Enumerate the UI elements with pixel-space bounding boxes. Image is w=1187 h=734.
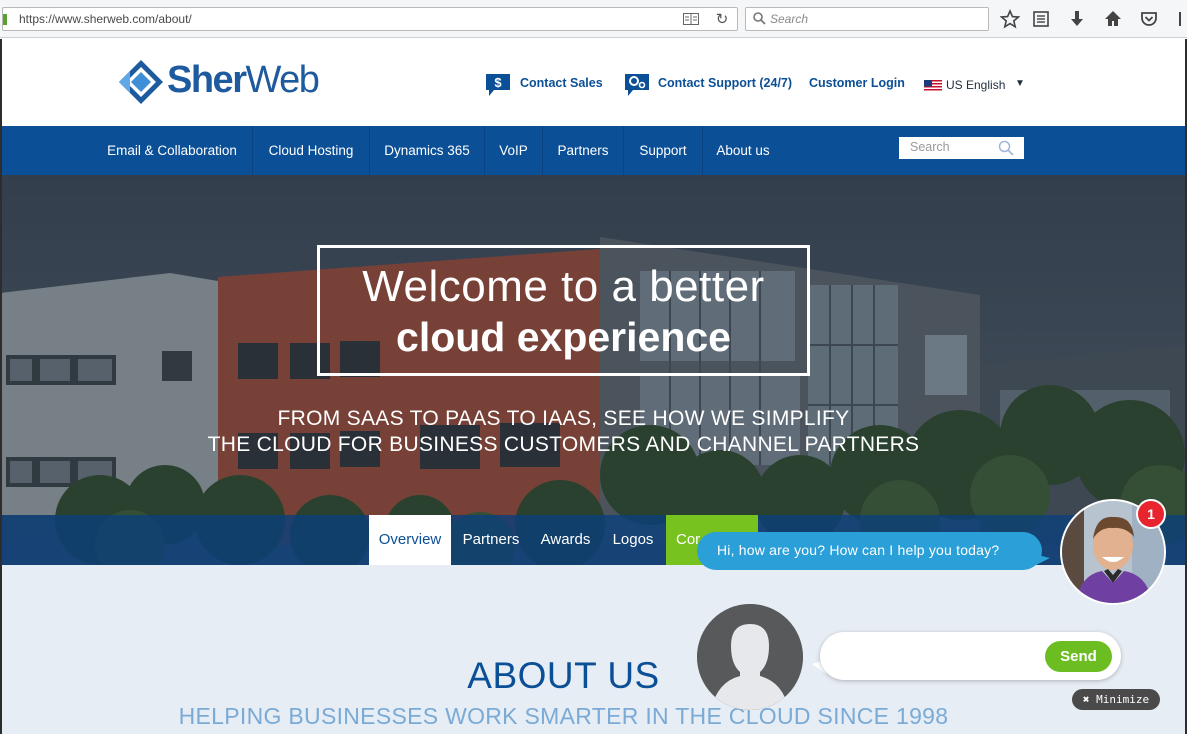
download-icon[interactable] <box>1067 9 1087 29</box>
nav-item-dynamics-365[interactable]: Dynamics 365 <box>370 126 484 175</box>
user-silhouette-icon <box>697 604 803 710</box>
language-selector-label[interactable]: US English <box>946 78 1005 92</box>
chevron-down-icon[interactable]: ▼ <box>1015 78 1025 89</box>
hero-headline-box: Welcome to a better cloud experience <box>317 245 810 376</box>
main-navigation: Email & Collaboration Cloud Hosting Dyna… <box>0 126 1187 175</box>
nav-item-about-us[interactable]: About us <box>703 126 783 175</box>
bookmark-star-icon[interactable] <box>1000 9 1020 29</box>
tab-logos[interactable]: Logos <box>602 515 664 565</box>
web-page: SherWeb $ Contact Sales Contact Support … <box>0 39 1187 734</box>
logo-text-sher: Sher <box>167 59 247 101</box>
reload-icon[interactable]: ↻ <box>713 11 731 29</box>
contact-support-link[interactable]: Contact Support (24/7) <box>658 76 792 90</box>
gear-chat-icon <box>625 74 649 96</box>
notification-badge: 1 <box>1136 499 1166 529</box>
send-button[interactable]: Send <box>1045 641 1112 672</box>
sherweb-logo[interactable]: SherWeb <box>167 59 320 102</box>
secure-indicator-icon <box>3 14 7 25</box>
minimize-chat-button[interactable]: ✖ Minimize <box>1072 689 1160 710</box>
customer-login-link[interactable]: Customer Login <box>809 76 905 90</box>
search-icon[interactable] <box>998 140 1014 156</box>
bookmarks-list-icon[interactable] <box>1031 9 1051 29</box>
browser-search-box[interactable]: Search <box>745 7 989 31</box>
nav-item-partners[interactable]: Partners <box>543 126 623 175</box>
browser-toolbar: https://www.sherweb.com/about/ ↻ Search <box>0 0 1187 38</box>
about-subtitle: HELPING BUSINESSES WORK SMARTER IN THE C… <box>178 703 949 729</box>
chat-bubble-tail <box>1034 554 1050 566</box>
nav-item-voip[interactable]: VoIP <box>485 126 542 175</box>
logo-text-web: Web <box>245 59 319 101</box>
nav-item-cloud-hosting[interactable]: Cloud Hosting <box>253 126 369 175</box>
browser-menu-icon[interactable] <box>1176 9 1187 29</box>
site-header: SherWeb $ Contact Sales Contact Support … <box>0 39 1187 126</box>
chat-greeting-text: Hi, how are you? How can I help you toda… <box>717 542 1000 558</box>
address-bar[interactable]: https://www.sherweb.com/about/ ↻ <box>2 7 738 31</box>
chat-greeting-bubble[interactable]: Hi, how are you? How can I help you toda… <box>697 532 1042 570</box>
pocket-icon[interactable] <box>1139 9 1159 29</box>
tab-awards[interactable]: Awards <box>530 515 601 565</box>
us-flag-icon <box>924 80 942 92</box>
site-search-input[interactable]: Search <box>899 137 1024 159</box>
user-avatar-placeholder <box>697 604 803 710</box>
hero-headline-line1: Welcome to a better <box>362 262 765 311</box>
window-border-left <box>0 39 2 734</box>
nav-item-support[interactable]: Support <box>624 126 702 175</box>
browser-search-placeholder: Search <box>770 12 809 26</box>
reader-view-icon[interactable] <box>683 13 699 25</box>
address-bar-url[interactable]: https://www.sherweb.com/about/ <box>19 12 192 26</box>
tab-partners[interactable]: Partners <box>453 515 529 565</box>
sherweb-logo-icon[interactable] <box>117 58 165 106</box>
dollar-chat-icon: $ <box>486 74 510 96</box>
home-icon[interactable] <box>1103 9 1123 29</box>
tab-overview[interactable]: Overview <box>369 515 451 565</box>
svg-text:$: $ <box>494 75 502 90</box>
contact-sales-link[interactable]: Contact Sales <box>520 76 603 90</box>
magnifier-icon <box>753 12 766 25</box>
hero-headline-line2: cloud experience <box>396 314 731 360</box>
hero-banner: Welcome to a better cloud experience FRO… <box>0 175 1187 565</box>
nav-item-email-collaboration[interactable]: Email & Collaboration <box>97 126 247 175</box>
hero-subheading-line2: THE CLOUD FOR BUSINESS CUSTOMERS AND CHA… <box>207 433 920 456</box>
hero-subheading-line1: FROM SAAS TO PAAS TO IAAS, SEE HOW WE SI… <box>277 407 850 430</box>
site-search-placeholder: Search <box>910 140 950 154</box>
